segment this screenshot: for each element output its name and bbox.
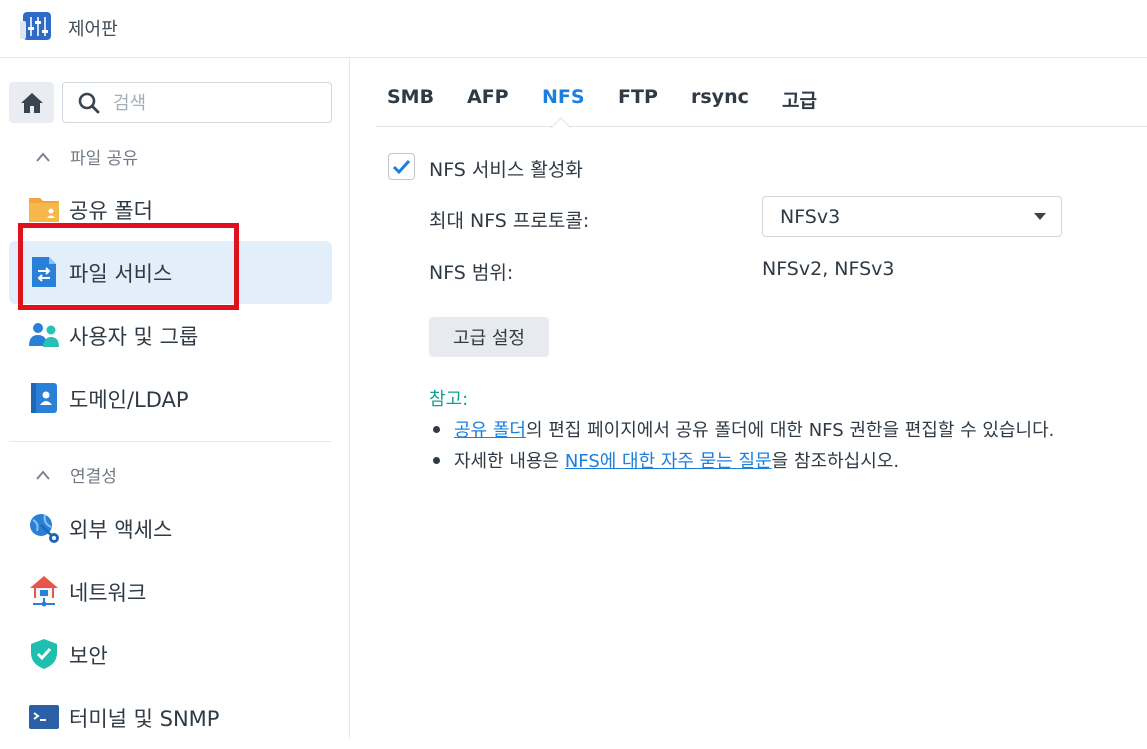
caret-down-icon <box>1034 213 1046 220</box>
nfs-range-value: NFSv2, NFSv3 <box>762 258 895 280</box>
bullet <box>433 426 440 433</box>
tab-nfs[interactable]: NFS <box>542 86 585 108</box>
window-title: 제어판 <box>68 19 118 40</box>
sidebar-item-users-groups[interactable]: 사용자 및 그룹 <box>9 304 332 367</box>
note-text: 의 편집 페이지에서 공유 폴더에 대한 NFS 권한을 편집할 수 있습니다. <box>525 420 1055 441</box>
sidebar-item-domain-ldap[interactable]: 도메인/LDAP <box>9 367 332 430</box>
checkmark-icon <box>392 159 411 175</box>
tab-rsync[interactable]: rsync <box>691 86 749 108</box>
search-box[interactable] <box>62 82 332 123</box>
note-title: 참고: <box>429 389 469 410</box>
control-panel-icon <box>20 12 51 40</box>
sidebar-item-label: 사용자 및 그룹 <box>69 324 199 349</box>
sidebar-item-network[interactable]: 네트워크 <box>9 560 332 623</box>
max-protocol-select[interactable]: NFSv3 <box>762 196 1062 237</box>
enable-nfs-checkbox[interactable] <box>388 153 415 180</box>
bullet <box>433 457 440 464</box>
sidebar-item-label: 도메인/LDAP <box>69 387 189 412</box>
external-access-icon <box>30 514 59 543</box>
note-item: 자세한 내용은 NFS에 대한 자주 묻는 질문을 참조하십시오. <box>429 447 899 473</box>
search-input[interactable] <box>113 91 323 115</box>
network-icon <box>30 576 58 607</box>
chevron-up-icon <box>36 151 50 162</box>
sidebar-item-label: 외부 액세스 <box>69 517 173 542</box>
sidebar-item-terminal-snmp[interactable]: 터미널 및 SNMP <box>9 686 332 749</box>
enable-nfs-label: NFS 서비스 활성화 <box>429 159 583 181</box>
terminal-icon <box>29 705 59 729</box>
shared-folder-link[interactable]: 공유 폴더 <box>454 420 526 441</box>
title-bar: 제어판 <box>0 0 1147 58</box>
users-groups-icon <box>29 323 59 347</box>
search-icon <box>78 92 100 114</box>
section-label: 연결성 <box>70 467 117 487</box>
tab-advanced[interactable]: 고급 <box>782 86 817 113</box>
nfs-faq-link[interactable]: NFS에 대한 자주 묻는 질문 <box>565 451 772 472</box>
sidebar-divider <box>9 441 332 442</box>
sidebar-item-security[interactable]: 보안 <box>9 623 332 686</box>
security-shield-icon <box>31 639 57 669</box>
note-text: 자세한 내용은 <box>454 451 565 472</box>
sidebar-item-label: 보안 <box>69 643 108 668</box>
highlight-annotation <box>18 223 239 310</box>
sidebar-item-label: 네트워크 <box>69 580 147 605</box>
max-protocol-label: 최대 NFS 프로토콜: <box>429 210 590 232</box>
sidebar-item-label: 터미널 및 SNMP <box>69 706 220 731</box>
advanced-settings-button[interactable]: 고급 설정 <box>429 317 549 357</box>
nfs-range-label: NFS 범위: <box>429 262 514 284</box>
active-tab-pointer <box>551 117 571 128</box>
tab-bar: SMB AFP NFS FTP rsync 고급 <box>376 58 1147 128</box>
tab-smb[interactable]: SMB <box>387 86 434 108</box>
tab-ftp[interactable]: FTP <box>618 86 658 108</box>
note-text: 을 참조하십시오. <box>771 451 900 472</box>
home-icon <box>20 92 43 113</box>
section-file-sharing[interactable]: 파일 공유 <box>36 144 138 169</box>
domain-ldap-icon <box>31 383 57 413</box>
home-button[interactable] <box>9 82 54 123</box>
sidebar-item-external-access[interactable]: 외부 액세스 <box>9 497 332 560</box>
sidebar-item-label: 공유 폴더 <box>69 198 153 223</box>
section-connectivity[interactable]: 연결성 <box>36 462 117 487</box>
tab-afp[interactable]: AFP <box>467 86 509 108</box>
sidebar: 파일 공유 공유 폴더 파일 서비스 사용자 및 그룹 <box>0 58 350 738</box>
max-protocol-value: NFSv3 <box>780 206 841 228</box>
shared-folder-icon <box>29 198 59 222</box>
note-item: 공유 폴더의 편집 페이지에서 공유 폴더에 대한 NFS 권한을 편집할 수 … <box>429 416 1054 442</box>
section-label: 파일 공유 <box>70 149 138 169</box>
chevron-up-icon <box>36 469 50 480</box>
